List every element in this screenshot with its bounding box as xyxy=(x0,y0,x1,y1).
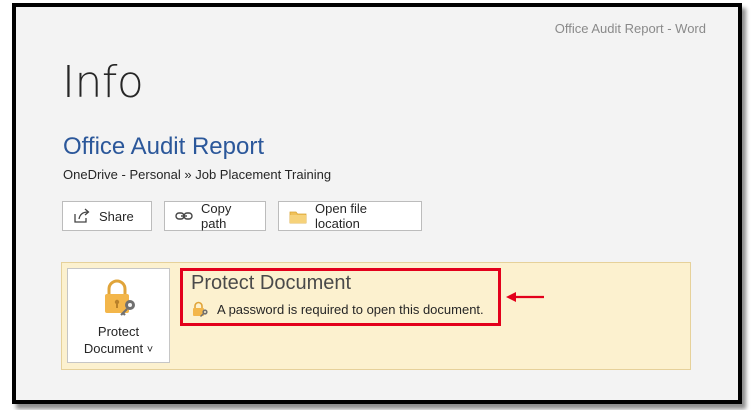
lock-key-icon xyxy=(191,301,209,317)
copy-path-button[interactable]: Copy path xyxy=(164,201,266,231)
chevron-down-icon: ˅ xyxy=(146,344,154,356)
share-label: Share xyxy=(99,208,134,224)
page-title: Info xyxy=(62,57,144,108)
window-title: Office Audit Report - Word xyxy=(554,21,706,36)
protect-description-text: A password is required to open this docu… xyxy=(217,301,484,317)
open-file-location-button[interactable]: Open file location xyxy=(278,201,422,231)
word-info-pane: Office Audit Report - Word Info Office A… xyxy=(12,3,742,404)
share-icon xyxy=(73,208,91,224)
link-icon xyxy=(175,210,193,222)
arrow-left-icon xyxy=(506,290,546,308)
document-location-breadcrumb[interactable]: OneDrive - Personal » Job Placement Trai… xyxy=(63,167,331,182)
document-title: Office Audit Report xyxy=(63,133,264,160)
protect-document-button[interactable]: Protect Document ˅ xyxy=(67,268,170,363)
folder-icon xyxy=(289,209,307,224)
protect-document-heading: Protect Document xyxy=(191,272,352,294)
protect-document-description: A password is required to open this docu… xyxy=(191,301,484,317)
protect-document-button-label: Protect Document ˅ xyxy=(83,324,154,356)
open-file-location-label: Open file location xyxy=(315,201,368,231)
share-button[interactable]: Share xyxy=(62,201,152,231)
protect-document-panel: Protect Document ˅ Protect Document A pa… xyxy=(61,262,691,370)
lock-key-icon xyxy=(99,278,139,321)
annotation-highlight-box: Protect Document A password is required … xyxy=(180,268,501,326)
copy-path-label: Copy path xyxy=(201,201,232,231)
